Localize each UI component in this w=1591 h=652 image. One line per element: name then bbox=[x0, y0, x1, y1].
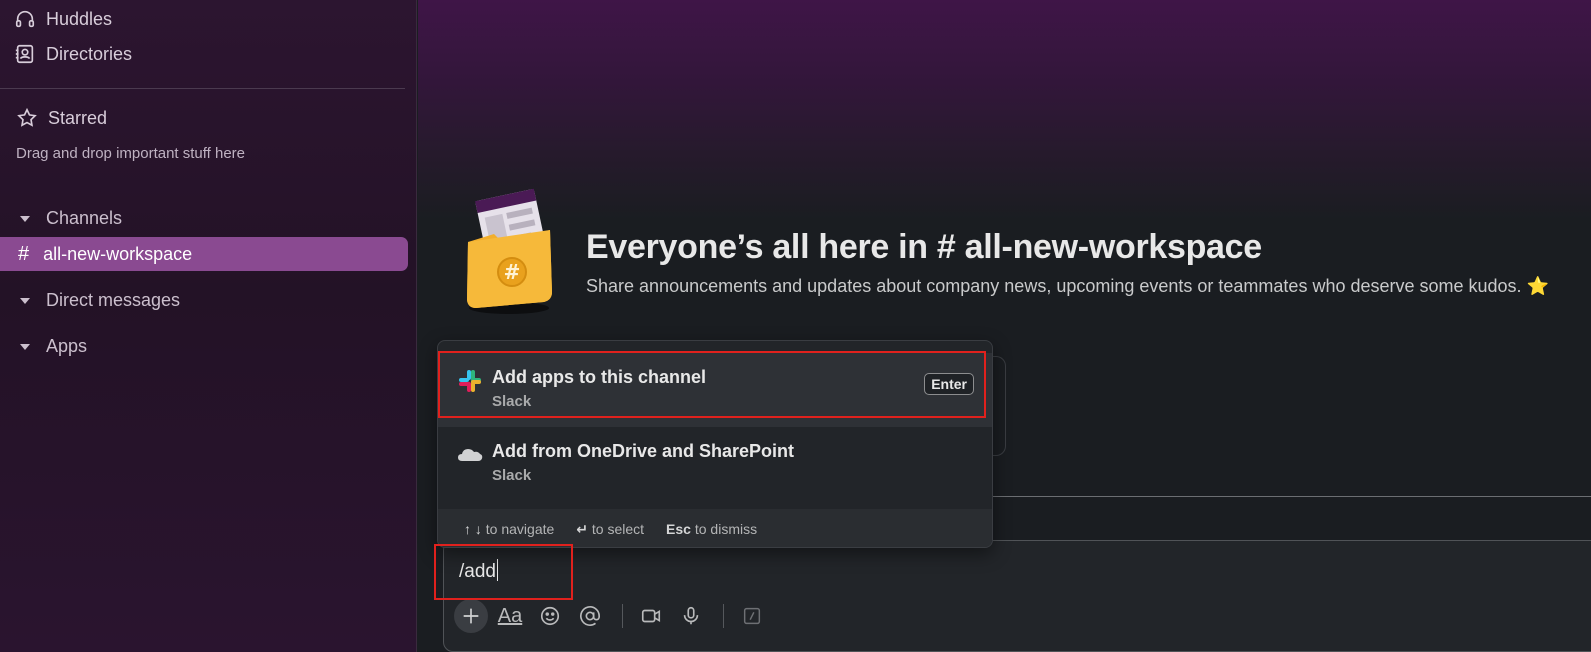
plus-icon bbox=[463, 608, 479, 624]
onedrive-cloud-icon bbox=[458, 449, 483, 461]
sidebar-item-label: Huddles bbox=[46, 8, 113, 29]
directory-icon bbox=[15, 44, 34, 64]
text-cursor bbox=[496, 559, 498, 581]
formatting-button[interactable]: Aa bbox=[492, 599, 528, 633]
sidebar-item-label: Starred bbox=[48, 107, 108, 128]
popup-footer: ↑ ↓ to navigate ↵ to select Esc to dismi… bbox=[438, 509, 992, 547]
sidebar-divider bbox=[0, 88, 405, 89]
caret-down-icon bbox=[20, 215, 30, 222]
caret-down-icon bbox=[20, 343, 30, 350]
sidebar-section-direct-messages[interactable]: Direct messages bbox=[20, 290, 180, 311]
command-source: Slack bbox=[492, 467, 532, 484]
sidebar: Huddles Directories Starred Drag and dro… bbox=[0, 0, 417, 652]
starred-hint: Drag and drop important stuff here bbox=[16, 145, 246, 162]
at-sign-icon bbox=[580, 606, 600, 626]
sidebar-section-channels[interactable]: Channels bbox=[20, 208, 122, 229]
command-source: Slack bbox=[492, 393, 532, 410]
mention-button[interactable] bbox=[572, 599, 608, 633]
message-input[interactable]: /add bbox=[459, 559, 498, 583]
sidebar-item-directories[interactable]: Directories bbox=[14, 43, 132, 65]
select-hint: ↵ to select bbox=[576, 520, 645, 537]
enter-key-badge: Enter bbox=[924, 373, 974, 395]
composer-toolbar: Aa bbox=[454, 598, 774, 634]
channel-banner bbox=[418, 0, 1591, 220]
navigate-hint: ↑ ↓ to navigate bbox=[464, 521, 555, 537]
arrow-keys-icon: ↑ ↓ bbox=[464, 521, 482, 537]
divider-line bbox=[993, 496, 1591, 497]
slack-logo-icon bbox=[459, 370, 481, 392]
return-key-icon: ↵ bbox=[576, 520, 589, 537]
caret-down-icon bbox=[20, 297, 30, 304]
emoji-button[interactable] bbox=[532, 599, 568, 633]
dismiss-hint: Esc to dismiss bbox=[666, 521, 758, 537]
hash-icon: # bbox=[18, 242, 30, 265]
channel-folder-illustration-icon: # bbox=[467, 188, 552, 314]
slash-command-popup: Add apps to this channel Slack Enter Add… bbox=[437, 340, 993, 548]
command-title: Add apps to this channel bbox=[492, 367, 707, 387]
video-camera-icon bbox=[641, 609, 661, 623]
channel-label: all-new-workspace bbox=[43, 243, 193, 264]
slash-command-icon bbox=[743, 607, 761, 625]
command-title: Add from OneDrive and SharePoint bbox=[492, 441, 795, 461]
sidebar-item-starred[interactable]: Starred bbox=[16, 107, 107, 129]
command-add-onedrive[interactable]: Add from OneDrive and SharePoint Slack bbox=[438, 427, 992, 501]
channel-main: # Everyone’s all here in # all-new-works… bbox=[418, 0, 1591, 652]
audio-clip-button[interactable] bbox=[673, 599, 709, 633]
section-label: Direct messages bbox=[46, 290, 181, 310]
svg-text:#: # bbox=[504, 260, 521, 284]
channel-description: Share announcements and updates about co… bbox=[586, 276, 1549, 296]
video-clip-button[interactable] bbox=[633, 599, 669, 633]
sidebar-item-huddles[interactable]: Huddles bbox=[14, 8, 112, 30]
formatting-label: Aa bbox=[497, 604, 523, 627]
page-title: Everyone’s all here in # all-new-workspa… bbox=[586, 228, 1262, 266]
headphones-icon bbox=[15, 10, 35, 28]
command-add-apps[interactable]: Add apps to this channel Slack Enter bbox=[438, 353, 992, 427]
sidebar-section-apps[interactable]: Apps bbox=[20, 336, 87, 357]
sidebar-item-label: Directories bbox=[46, 43, 133, 64]
toolbar-separator bbox=[622, 604, 623, 628]
shortcuts-button[interactable] bbox=[734, 599, 770, 633]
section-label: Channels bbox=[46, 208, 123, 228]
sidebar-item-all-new-workspace[interactable]: # all-new-workspace bbox=[0, 237, 408, 271]
section-label: Apps bbox=[46, 336, 88, 356]
microphone-icon bbox=[683, 606, 699, 625]
plus-button[interactable] bbox=[454, 599, 488, 633]
smiley-icon bbox=[540, 606, 560, 626]
toolbar-separator bbox=[723, 604, 724, 628]
star-icon bbox=[17, 107, 37, 127]
message-composer[interactable] bbox=[443, 540, 1591, 652]
